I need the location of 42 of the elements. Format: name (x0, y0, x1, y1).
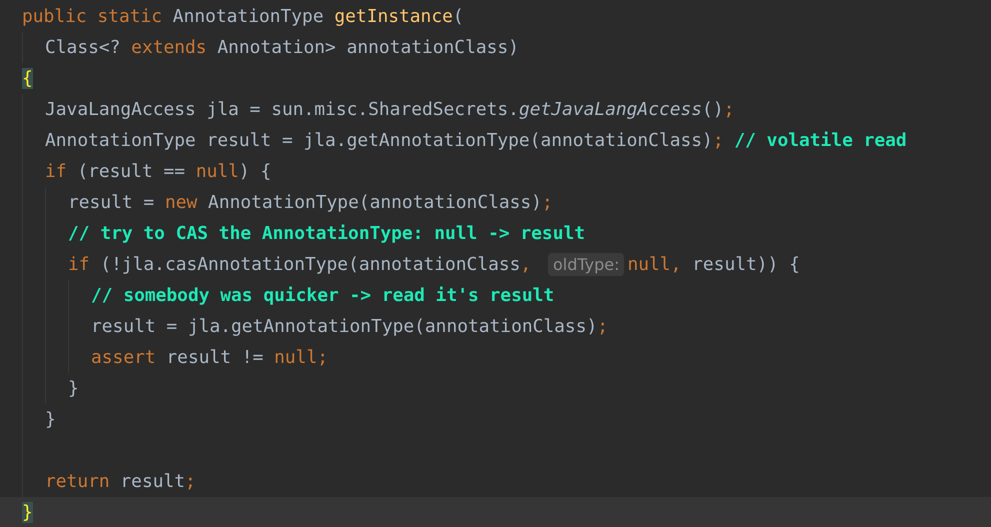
code-keyword: public static (22, 6, 164, 27)
code-text: () (702, 99, 724, 120)
code-keyword: ; (185, 471, 196, 492)
code-text: (result == (77, 161, 186, 182)
code-comment: // volatile read (734, 130, 907, 151)
matched-brace: { (22, 68, 33, 89)
code-text: } (68, 378, 79, 399)
matched-brace: } (22, 502, 33, 523)
code-text: result = jla.getAnnotationType(annotationClass) (91, 316, 598, 337)
code-text: AnnotationType (172, 6, 325, 27)
code-keyword: ; (597, 316, 608, 337)
code-keyword: null (196, 161, 239, 182)
code-keyword: return (45, 471, 111, 492)
code-text: } (45, 409, 56, 430)
code-keyword: , (520, 254, 532, 275)
code-keyword: ; (724, 99, 734, 120)
code-keyword: null, (627, 254, 682, 275)
code-text: result != (166, 347, 264, 368)
code-keyword: if (68, 254, 91, 275)
parameter-hint: oldType: (548, 253, 624, 276)
code-text: ( (452, 6, 464, 27)
code-keyword: ; (712, 130, 725, 151)
code-text: JavaLangAccess jla = sun.misc.SharedSecrets. (45, 99, 519, 120)
code-comment: // somebody was quicker -> read it's result (91, 285, 554, 306)
code-text: ) { (238, 161, 272, 182)
code-text: result = (68, 192, 156, 213)
static-method-call: getJavaLangAccess (518, 99, 702, 120)
code-keyword: null; (274, 347, 328, 368)
code-text: result (120, 471, 186, 492)
code-text: AnnotationType(annotationClass) (208, 192, 542, 213)
code-keyword: new (164, 192, 198, 213)
code-keyword: ; (542, 192, 553, 213)
code-keyword: extends (131, 37, 208, 58)
code-text: Class<? (45, 37, 122, 58)
code-comment: // try to CAS the AnnotationType: null -> result (68, 223, 586, 244)
code-text: (!jla.casAnnotationType(annotationClass (100, 254, 520, 275)
code-keyword: if (45, 161, 68, 182)
code-text: AnnotationType result = jla.getAnnotationType(annotationClass) (45, 130, 713, 151)
code-text: result)) { (692, 254, 800, 275)
code-keyword: assert (91, 347, 157, 368)
method-name: getInstance (334, 6, 453, 27)
code-text: Annotation> annotationClass) (217, 37, 519, 58)
